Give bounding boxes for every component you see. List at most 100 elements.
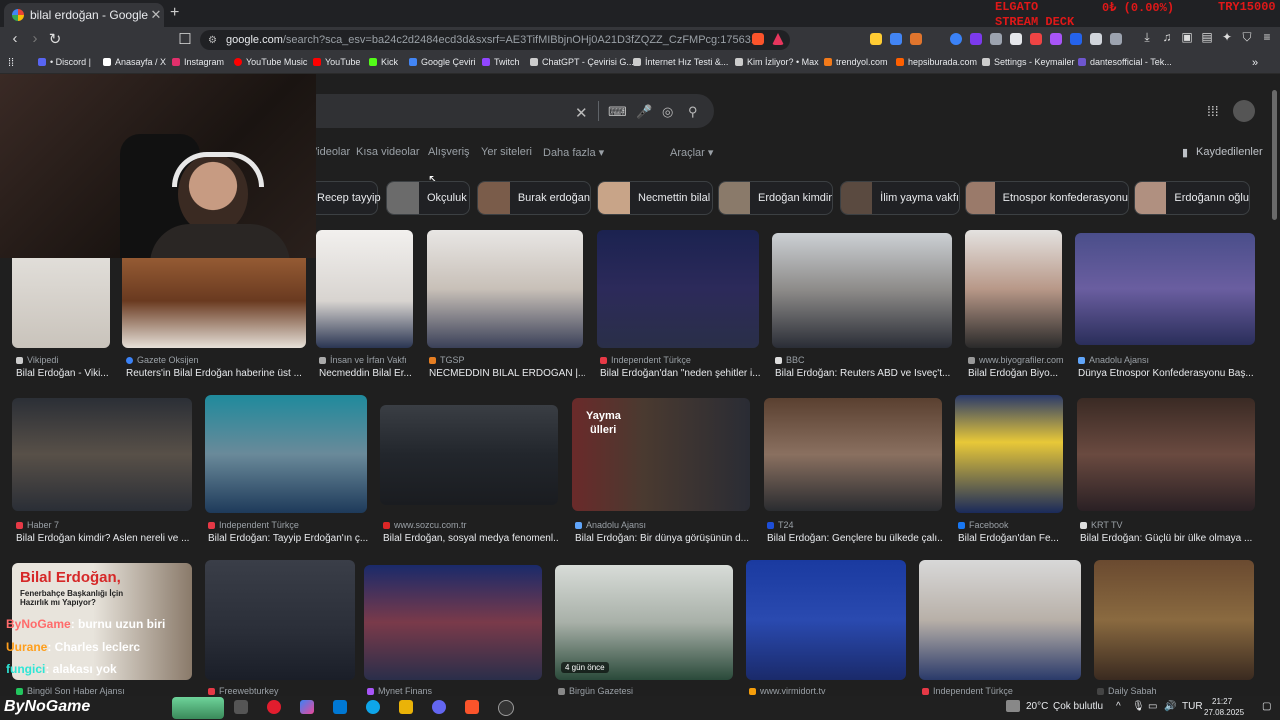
bookmark-item[interactable]: YouTube Music (234, 57, 307, 67)
media-icon[interactable]: ♫ (1158, 30, 1176, 44)
mic-icon[interactable]: 🎙 (1132, 701, 1145, 712)
menu-icon[interactable]: ≡ (1258, 30, 1276, 44)
forward-icon[interactable]: › (26, 30, 44, 47)
bookmark-item[interactable]: hepsiburada.com (896, 57, 977, 67)
address-bar[interactable]: ⚙ google.com /search?sca_esv=ba24c2d2484… (200, 30, 790, 50)
bookmark-item[interactable]: Anasayfa / X (103, 57, 166, 67)
extension-icon[interactable] (970, 33, 982, 45)
extension-icon[interactable] (870, 33, 882, 45)
result-title[interactable]: Bilal Erdoğan: Güçlü bir ülke olmaya ... (1080, 533, 1256, 544)
bookmark-item[interactable]: YouTube (313, 57, 360, 67)
image-result[interactable] (1094, 560, 1254, 680)
weather-condition[interactable]: Çok bulutlu (1053, 701, 1103, 712)
image-result[interactable] (205, 395, 367, 513)
image-result[interactable] (12, 398, 192, 511)
bookmark-item[interactable]: • Discord | (38, 57, 91, 67)
weather-temp[interactable]: 20°C (1026, 701, 1048, 712)
tab-places[interactable]: Yer siteleri (481, 146, 532, 158)
result-title[interactable]: Bilal Erdoğan - Viki... (16, 368, 112, 379)
extension-icon[interactable] (1110, 33, 1122, 45)
image-result[interactable] (380, 405, 558, 505)
bookmark-item[interactable]: Twitch (482, 57, 520, 67)
notification-icon[interactable]: ▢ (1262, 701, 1271, 712)
image-result[interactable] (316, 230, 413, 348)
result-title[interactable]: Dünya Etnospor Konfederasyonu Baş... (1078, 368, 1254, 379)
image-result[interactable] (1075, 233, 1255, 345)
extensions-puzzle-icon[interactable] (1090, 33, 1102, 45)
bookmark-item[interactable]: Instagram (172, 57, 224, 67)
result-title[interactable]: Bilal Erdoğan, sosyal medya fenomenl... (383, 533, 559, 544)
apps-grid-icon[interactable]: ⁞⁞ (8, 57, 14, 69)
bookmark-item[interactable]: dantesofficial - Tek... (1078, 57, 1172, 67)
result-title[interactable]: NECMEDDİN BİLAL ERDOĞAN |... (429, 368, 585, 379)
image-result[interactable] (427, 230, 583, 348)
image-result[interactable] (364, 565, 542, 680)
bookmark-item[interactable]: İnternet Hız Testi &... (633, 57, 728, 67)
related-chip[interactable]: Okçuluk (386, 181, 470, 215)
image-result[interactable] (955, 395, 1063, 513)
obs-icon[interactable] (498, 700, 514, 716)
image-result[interactable] (205, 560, 355, 680)
app-icon[interactable] (432, 700, 446, 714)
result-title[interactable]: Bilal Erdoğan: Reuters ABD ve İsveç't... (775, 368, 951, 379)
keyboard-icon[interactable]: ⌨ (608, 104, 627, 120)
file-explorer-icon[interactable] (399, 700, 413, 714)
extension-icon[interactable] (950, 33, 962, 45)
reload-icon[interactable]: ↻ (46, 30, 64, 48)
vpn-icon[interactable]: ⛉ (1238, 30, 1256, 45)
saved-button[interactable]: Kaydedilenler (1196, 146, 1263, 158)
image-result[interactable]: Yayma ülleri (572, 398, 750, 511)
extension-icon[interactable] (1010, 33, 1022, 45)
extension-translate-icon[interactable] (890, 33, 902, 45)
related-chip[interactable]: Necmettin bilal (597, 181, 713, 215)
tab-more[interactable]: Daha fazla ▾ (543, 146, 604, 159)
network-icon[interactable]: ▭ (1148, 701, 1157, 712)
result-title[interactable]: Necmeddin Bilal Er... (319, 368, 415, 379)
tools-button[interactable]: Araçlar ▾ (670, 146, 713, 159)
bookmark-item[interactable]: ChatGPT - Çevirisi G... (530, 57, 634, 67)
bookmark-item[interactable]: Kim İzliyor? • Max (735, 57, 819, 67)
bookmarks-overflow-icon[interactable]: » (1252, 57, 1258, 69)
result-title[interactable]: Bilal Erdoğan: Bir dünya görüşünün d... (575, 533, 751, 544)
opera-icon[interactable] (267, 700, 281, 714)
volume-icon[interactable]: 🔊 (1164, 701, 1176, 712)
result-title[interactable]: Bilal Erdoğan'dan "neden şehitler i... (600, 368, 760, 379)
avatar[interactable] (1233, 100, 1255, 122)
extension-icon[interactable] (1070, 33, 1082, 45)
download-icon[interactable]: ⤓ (1138, 30, 1156, 45)
extension-icon[interactable] (990, 33, 1002, 45)
site-info-icon[interactable]: ⚙ (208, 35, 217, 46)
clear-search-icon[interactable]: ✕ (575, 104, 588, 122)
copilot-icon[interactable] (300, 700, 314, 714)
leo-icon[interactable]: ✦ (1218, 30, 1236, 44)
image-result[interactable]: 4 gün önce (555, 565, 733, 680)
related-chip[interactable]: İlim yayma vakfı (840, 181, 960, 215)
language-indicator[interactable]: TUR (1182, 701, 1203, 712)
back-icon[interactable]: ‹ (6, 30, 24, 47)
image-result[interactable] (919, 560, 1081, 680)
edge-icon[interactable] (366, 700, 380, 714)
tab-shopping[interactable]: Alışveriş (428, 146, 470, 158)
extension-icon[interactable] (910, 33, 922, 45)
tab-videos[interactable]: Videolar (310, 146, 350, 158)
result-title[interactable]: Reuters'in Bilal Erdoğan haberine üst ..… (126, 368, 306, 379)
brave-icon[interactable] (465, 700, 479, 714)
sidebar-icon[interactable]: ▣ (1178, 30, 1196, 44)
bookmark-star-icon[interactable]: ☐ (176, 30, 194, 48)
wallet-icon[interactable]: ▤ (1198, 30, 1216, 44)
result-title[interactable]: Bilal Erdoğan Biyo... (968, 368, 1064, 379)
bookmark-item[interactable]: Google Çeviri (409, 57, 476, 67)
tray-expand-icon[interactable]: ^ (1116, 701, 1121, 712)
outlook-icon[interactable] (333, 700, 347, 714)
brave-shield-icon[interactable] (752, 33, 764, 45)
bookmark-item[interactable]: Settings - Keymailer (982, 57, 1075, 67)
google-apps-icon[interactable]: ⁞⁞⁞ (1207, 103, 1219, 119)
voice-search-icon[interactable]: 🎤 (636, 104, 652, 120)
image-result[interactable] (764, 398, 942, 511)
bookmark-item[interactable]: trendyol.com (824, 57, 888, 67)
result-title[interactable]: Bilal Erdoğan'dan Fe... (958, 533, 1062, 544)
new-tab-icon[interactable]: + (170, 4, 179, 22)
browser-tab[interactable]: bilal erdoğan - Google'da Ara ✕ (4, 3, 164, 27)
extension-icon[interactable] (1050, 33, 1062, 45)
lens-icon[interactable]: ◎ (662, 104, 673, 120)
